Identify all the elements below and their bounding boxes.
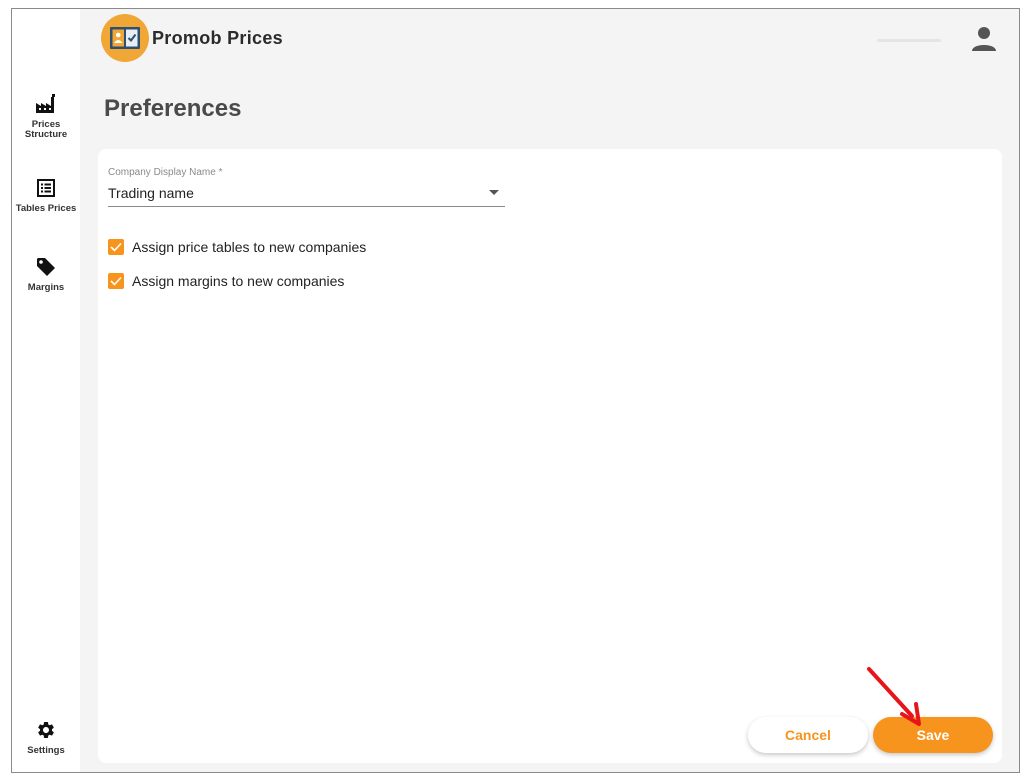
assign-price-tables-checkbox[interactable]: Assign price tables to new companies [108, 239, 366, 255]
user-account-icon[interactable] [970, 24, 998, 52]
assign-margins-checkbox[interactable]: Assign margins to new companies [108, 273, 344, 289]
tag-icon [35, 256, 57, 278]
list-icon [35, 177, 57, 199]
cancel-button[interactable]: Cancel [748, 717, 868, 753]
sidebar: Prices Structure Tables Prices Margins S… [12, 9, 80, 772]
chevron-down-icon [489, 190, 499, 195]
display-name-label: Company Display Name * [108, 167, 223, 178]
sidebar-item-margins[interactable]: Margins [12, 256, 80, 293]
checkbox-checked-icon[interactable] [108, 273, 124, 289]
sidebar-item-tables-prices[interactable]: Tables Prices [12, 177, 80, 214]
checkbox-label: Assign price tables to new companies [132, 239, 367, 255]
price-tables-logo-icon [110, 27, 140, 49]
preferences-card: Company Display Name * Trading name Assi… [98, 149, 1002, 763]
sidebar-item-prices-structure[interactable]: Prices Structure [12, 93, 80, 140]
sidebar-item-label: Settings [27, 745, 65, 756]
sidebar-item-label: Tables Prices [15, 203, 77, 214]
app-window: Prices Structure Tables Prices Margins S… [11, 8, 1020, 773]
app-logo [101, 14, 149, 62]
sidebar-item-label: Prices Structure [24, 119, 68, 140]
gear-icon [35, 719, 57, 741]
checkbox-label: Assign margins to new companies [132, 273, 345, 289]
main-content: Promob Prices Preferences Company Displa… [80, 9, 1019, 772]
app-title: Promob Prices [152, 28, 283, 48]
sidebar-item-settings[interactable]: Settings [12, 719, 80, 756]
header-placeholder-bar [877, 39, 941, 42]
save-button[interactable]: Save [873, 717, 993, 753]
page-title: Preferences [104, 95, 242, 122]
header: Promob Prices [80, 9, 1019, 71]
display-name-value: Trading name [108, 185, 194, 201]
checkbox-checked-icon[interactable] [108, 239, 124, 255]
factory-icon [35, 93, 57, 115]
sidebar-item-label: Margins [27, 282, 65, 293]
